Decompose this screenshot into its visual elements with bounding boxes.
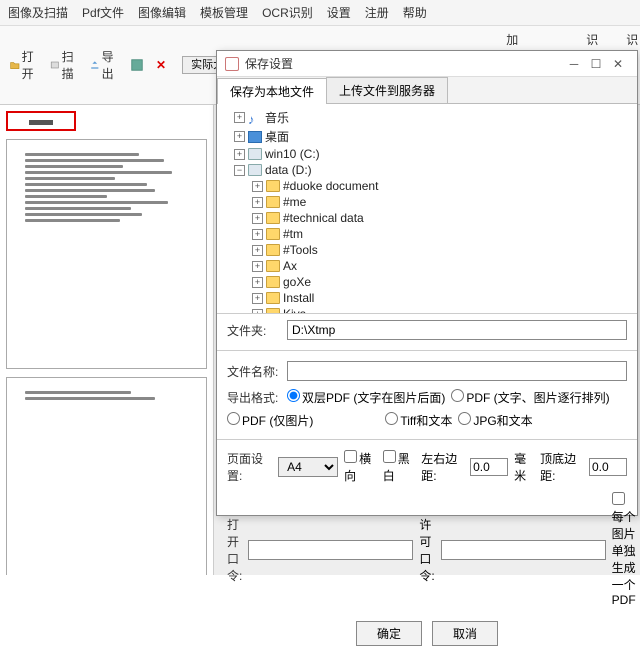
collapse-icon[interactable]: − [234,165,245,176]
tb-margin-label: 顶底边距: [540,450,583,484]
thumbnail-1[interactable] [6,111,76,131]
delete-icon[interactable]: ✕ [152,58,170,72]
menu-image-scan[interactable]: 图像及扫描 [8,4,68,21]
expand-icon[interactable]: + [252,229,263,240]
filename-input[interactable] [287,361,627,381]
tb-margin-input[interactable] [589,458,627,476]
expand-icon[interactable]: + [234,149,245,160]
tree-folder-item[interactable]: Ax [283,259,297,273]
folder-tree[interactable]: +♪音乐 +桌面 +win10 (C:) −data (D:) +#duoke … [217,104,637,314]
folder-icon [266,228,280,240]
menu-template[interactable]: 模板管理 [200,4,248,21]
open-button[interactable]: 打开 [6,46,42,84]
lr-margin-input[interactable] [470,458,508,476]
cancel-button[interactable]: 取消 [432,621,498,646]
format-pdf-img-only[interactable]: PDF (仅图片) [227,412,313,429]
thumbnail-3[interactable] [6,377,207,575]
folder-icon [266,276,280,288]
format-double-pdf[interactable]: 双层PDF (文字在图片后面) [287,389,445,406]
folder-icon [266,244,280,256]
expand-icon[interactable]: + [252,261,263,272]
format-tiff-text[interactable]: Tiff和文本 [385,412,452,429]
thumbnail-2[interactable] [6,139,207,369]
save-icon[interactable] [126,56,148,74]
expand-icon[interactable]: + [252,181,263,192]
tab-upload-server[interactable]: 上传文件到服务器 [326,77,448,103]
menu-image-edit[interactable]: 图像编辑 [138,4,186,21]
perm-password-input[interactable] [441,540,606,560]
folder-label: 文件夹: [227,322,281,339]
tree-folder-item[interactable]: Install [283,291,314,305]
expand-icon[interactable]: + [252,245,263,256]
drive-icon [248,164,262,176]
folder-icon [266,180,280,192]
save-settings-dialog: 保存设置 ─ ☐ ✕ 保存为本地文件 上传文件到服务器 +♪音乐 +桌面 +wi… [216,50,638,516]
expand-icon[interactable]: + [252,213,263,224]
menu-bar: 图像及扫描 Pdf文件 图像编辑 模板管理 OCR识别 设置 注册 帮助 [0,0,640,26]
tree-folder-item[interactable]: #Tools [283,243,318,257]
menu-ocr[interactable]: OCR识别 [262,4,313,21]
open-password-label: 打开口令: [227,516,242,584]
menu-settings[interactable]: 设置 [327,4,351,21]
folder-icon [266,260,280,272]
folder-input[interactable] [287,320,627,340]
folder-icon [266,292,280,304]
perm-password-label: 许可口令: [419,516,434,584]
filename-label: 文件名称: [227,363,281,380]
expand-icon[interactable]: + [234,112,245,123]
tree-folder-item[interactable]: #me [283,195,306,209]
ok-button[interactable]: 确定 [356,621,422,646]
tree-folder-item[interactable]: #technical data [283,211,364,225]
landscape-checkbox[interactable]: 横向 [344,450,377,484]
open-password-input[interactable] [248,540,413,560]
minimize-icon[interactable]: ─ [563,57,585,71]
expand-icon[interactable]: + [252,197,263,208]
expand-icon[interactable]: + [252,293,263,304]
folder-icon [266,196,280,208]
format-jpg-text[interactable]: JPG和文本 [458,412,532,429]
menu-pdf[interactable]: Pdf文件 [82,4,124,21]
menu-help[interactable]: 帮助 [403,4,427,21]
menu-register[interactable]: 注册 [365,4,389,21]
expand-icon[interactable]: + [234,131,245,142]
unit-label: 毫米 [514,450,534,484]
close-icon[interactable]: ✕ [607,57,629,71]
dialog-icon [225,57,239,71]
bw-checkbox[interactable]: 黑白 [383,450,416,484]
format-label: 导出格式: [227,389,281,406]
scan-button[interactable]: 扫描 [46,46,82,84]
tree-folder-item[interactable]: goXe [283,275,311,289]
export-button[interactable]: 导出 [86,46,122,84]
tree-folder-item[interactable]: Kiya [283,307,306,314]
expand-icon[interactable]: + [252,277,263,288]
music-icon: ♪ [248,112,262,124]
tab-save-local[interactable]: 保存为本地文件 [217,78,327,104]
page-size-select[interactable]: A4 [278,457,338,477]
dialog-title: 保存设置 [245,55,563,72]
tree-folder-item[interactable]: #duoke document [283,179,378,193]
page-setup-label: 页面设置: [227,450,272,484]
folder-icon [266,212,280,224]
drive-icon [248,148,262,160]
desktop-icon [248,131,262,143]
lr-margin-label: 左右边距: [421,450,464,484]
format-pdf-text-img[interactable]: PDF (文字、图片逐行排列) [451,389,609,406]
thumbnail-panel [0,105,214,575]
each-image-pdf-checkbox[interactable]: 每个图片单独生成一个PDF [612,492,636,607]
maximize-icon[interactable]: ☐ [585,57,607,71]
tree-folder-item[interactable]: #tm [283,227,303,241]
